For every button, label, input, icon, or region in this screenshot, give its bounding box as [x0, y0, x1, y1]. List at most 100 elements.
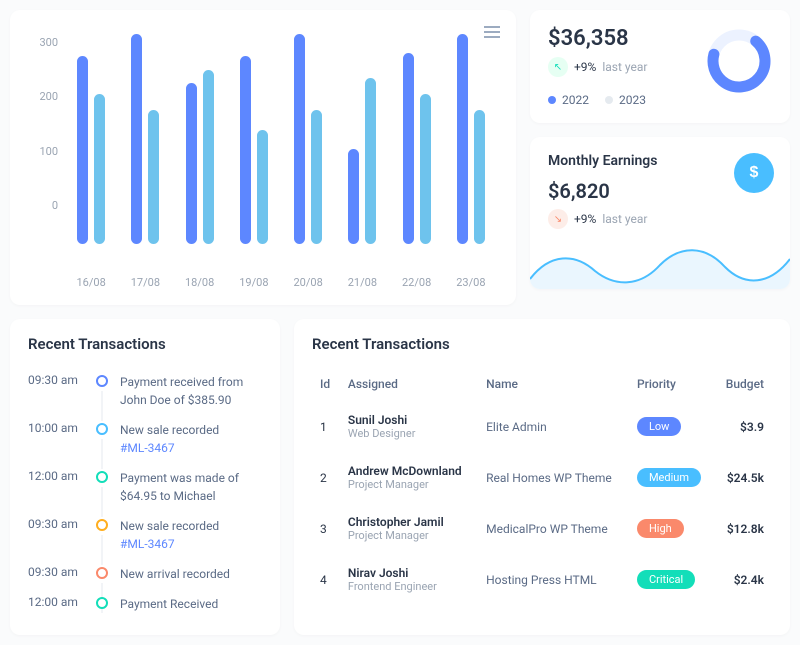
- bar: [457, 34, 468, 244]
- legend-item: 2023: [605, 93, 646, 107]
- sales-bar-chart-card: 0100200300400 16/0817/0818/0819/0820/082…: [10, 10, 516, 305]
- cell-budget: $2.4k: [714, 554, 772, 605]
- y-tick: 200: [28, 90, 58, 103]
- legend-dot-icon: [548, 96, 556, 104]
- cell-budget: $3.9: [714, 401, 772, 452]
- bar: [294, 34, 305, 244]
- x-tick: 16/08: [64, 276, 118, 289]
- x-tick: 18/08: [173, 276, 227, 289]
- bar: [131, 34, 142, 244]
- legend-item: 2022: [548, 93, 589, 107]
- cell-project: Elite Admin: [478, 401, 629, 452]
- x-tick: 19/08: [227, 276, 281, 289]
- cell-budget: $24.5k: [714, 452, 772, 503]
- x-tick: 17/08: [118, 276, 172, 289]
- cell-assigned: Sunil JoshiWeb Designer: [340, 401, 478, 452]
- bar: [186, 83, 197, 244]
- cell-id: 2: [312, 452, 340, 503]
- bar: [311, 110, 322, 244]
- yearly-donut: [704, 26, 774, 100]
- x-tick: 20/08: [281, 276, 335, 289]
- th-assigned: Assigned: [340, 367, 478, 401]
- cell-priority: Critical: [629, 554, 714, 605]
- bar-group: [281, 34, 335, 244]
- timeline-text: Payment Received: [120, 595, 262, 613]
- timeline-time: 09:30 am: [28, 517, 84, 553]
- table-row: 4Nirav JoshiFrontend EngineerHosting Pre…: [312, 554, 772, 605]
- table-title: Recent Transactions: [312, 335, 772, 353]
- x-tick: 21/08: [335, 276, 389, 289]
- cell-assigned: Nirav JoshiFrontend Engineer: [340, 554, 478, 605]
- bar: [148, 110, 159, 244]
- y-tick: 300: [28, 36, 58, 49]
- table-row: 2Andrew McDownlandProject ManagerReal Ho…: [312, 452, 772, 503]
- timeline-item: 12:00 am Payment was made of $64.95 to Mi…: [28, 463, 262, 511]
- cell-budget: $12.8k: [714, 503, 772, 554]
- earnings-dollar-button[interactable]: $: [734, 153, 774, 193]
- timeline-item: 09:30 amPayment received from John Doe o…: [28, 367, 262, 415]
- y-tick: 100: [28, 145, 58, 158]
- th-priority: Priority: [629, 367, 714, 401]
- arrow-down-icon: ↘: [548, 209, 568, 229]
- yearly-summary-card: $36,358 ↖ +9% last year 20222023: [530, 10, 790, 123]
- bar: [365, 78, 376, 244]
- bar: [203, 70, 214, 244]
- bar-group: [444, 34, 498, 244]
- table-row: 1Sunil JoshiWeb DesignerElite AdminLow$3…: [312, 401, 772, 452]
- transactions-table: Id Assigned Name Priority Budget 1Sunil …: [312, 367, 772, 605]
- bar: [257, 130, 268, 244]
- cell-project: Real Homes WP Theme: [478, 452, 629, 503]
- th-name: Name: [478, 367, 629, 401]
- timeline-dot-icon: [96, 519, 108, 531]
- timeline-text: New sale recorded#ML-3467: [120, 517, 262, 553]
- timeline-link[interactable]: #ML-3467: [120, 439, 262, 457]
- timeline-time: 12:00 am: [28, 595, 84, 613]
- earnings-sparkline: [530, 241, 790, 289]
- bar: [474, 110, 485, 244]
- y-tick: 0: [28, 199, 58, 212]
- timeline-dot-icon: [96, 375, 108, 387]
- timeline-text: Payment was made of $64.95 to Michael: [120, 469, 262, 505]
- priority-badge: Critical: [637, 570, 695, 589]
- bar: [240, 56, 251, 244]
- bar-group: [118, 34, 172, 244]
- cell-priority: High: [629, 503, 714, 554]
- timeline-dot-icon: [96, 597, 108, 609]
- timeline-dot-icon: [96, 471, 108, 483]
- timeline-item: 12:00 am Payment Received: [28, 589, 262, 619]
- timeline-time: 09:30 am: [28, 565, 84, 583]
- timeline-title: Recent Transactions: [28, 335, 262, 353]
- cell-priority: Low: [629, 401, 714, 452]
- timeline-dot-icon: [96, 423, 108, 435]
- bar: [420, 94, 431, 244]
- legend-dot-icon: [605, 96, 613, 104]
- bar: [348, 149, 359, 244]
- th-id: Id: [312, 367, 340, 401]
- timeline-item: 09:30 am New sale recorded#ML-3467: [28, 511, 262, 559]
- recent-transactions-timeline-card: Recent Transactions 09:30 amPayment rece…: [10, 319, 280, 635]
- timeline-dot-icon: [96, 567, 108, 579]
- priority-badge: Medium: [637, 468, 701, 487]
- timeline-item: 10:00 amNew sale recorded#ML-3467: [28, 415, 262, 463]
- bar-chart: 0100200300400: [28, 26, 498, 276]
- bar-group: [173, 70, 227, 244]
- timeline-item: 09:30 am New arrival recorded: [28, 559, 262, 589]
- cell-assigned: Andrew McDownlandProject Manager: [340, 452, 478, 503]
- timeline-link[interactable]: #ML-3467: [120, 535, 262, 553]
- x-tick: 23/08: [444, 276, 498, 289]
- timeline-text: Payment received from John Doe of $385.9…: [120, 373, 262, 409]
- monthly-earnings-card: Monthly Earnings $ $6,820 ↘ +9% last yea…: [530, 137, 790, 289]
- timeline-text: New arrival recorded: [120, 565, 262, 583]
- bar: [403, 53, 414, 244]
- bar-group: [64, 56, 118, 244]
- arrow-up-icon: ↖: [548, 57, 568, 77]
- cell-project: Hosting Press HTML: [478, 554, 629, 605]
- cell-id: 1: [312, 401, 340, 452]
- timeline-time: 12:00 am: [28, 469, 84, 505]
- x-tick: 22/08: [390, 276, 444, 289]
- recent-transactions-table-card: Recent Transactions Id Assigned Name Pri…: [294, 319, 790, 635]
- cell-assigned: Christopher JamilProject Manager: [340, 503, 478, 554]
- bar-group: [227, 56, 281, 244]
- cell-id: 4: [312, 554, 340, 605]
- cell-project: MedicalPro WP Theme: [478, 503, 629, 554]
